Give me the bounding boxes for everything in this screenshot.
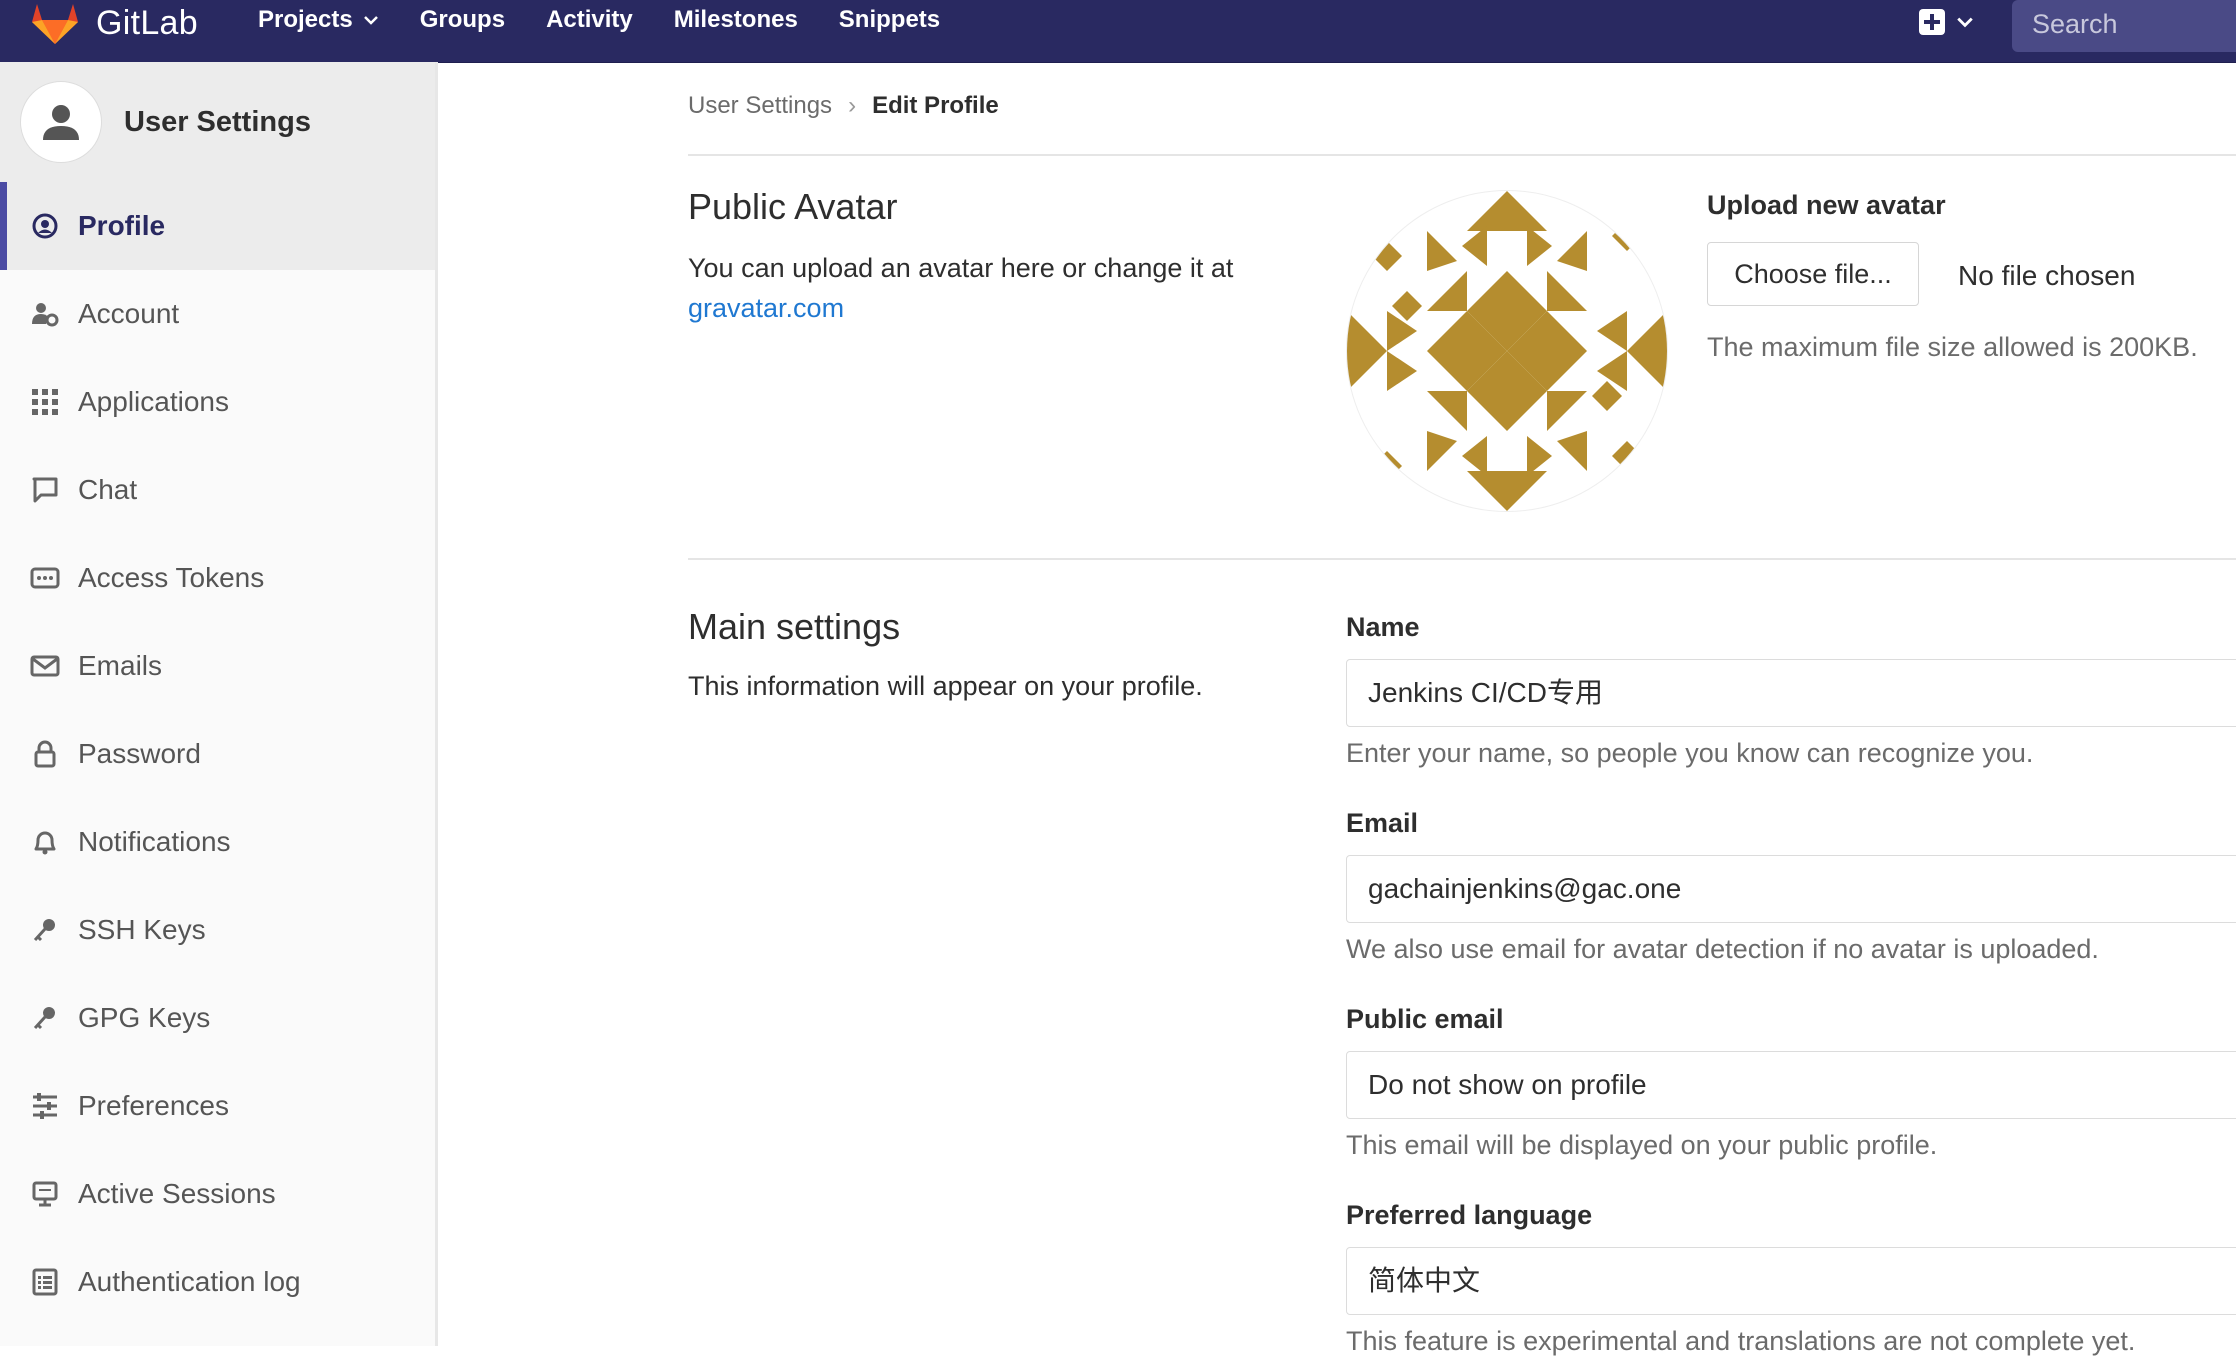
nav-snippets-label: Snippets — [838, 6, 941, 33]
sidebar-item-label: Preferences — [78, 1090, 229, 1121]
nav-projects-label: Projects — [258, 6, 353, 33]
sidebar-item-emails[interactable]: Emails — [0, 622, 435, 710]
sidebar-item-gpg-keys[interactable]: GPG Keys — [0, 974, 435, 1062]
preferred-language-label: Preferred language — [1346, 1200, 1593, 1230]
top-navbar: GitLab Projects Groups Activity Mileston… — [0, 0, 2236, 63]
user-avatar — [20, 81, 102, 163]
upload-avatar-label: Upload new avatar — [1707, 190, 1946, 220]
bell-icon — [30, 827, 60, 857]
identicon-image — [1347, 191, 1667, 511]
nav-snippets[interactable]: Snippets — [839, 6, 940, 34]
sidebar-item-ssh-keys[interactable]: SSH Keys — [0, 886, 435, 974]
sidebar-item-label: Emails — [78, 650, 163, 681]
preferred-language-select[interactable]: 简体中文 — [1346, 1247, 2236, 1315]
divider — [688, 558, 2236, 560]
name-field[interactable]: Jenkins CI/CD专用 — [1346, 659, 2236, 727]
no-file-chosen-text: No file chosen — [1958, 260, 2136, 291]
email-label: Email — [1346, 808, 1419, 838]
key-icon — [30, 915, 60, 945]
sidebar-item-label: Notifications — [78, 826, 231, 857]
max-file-size-help: The maximum file size allowed is 200KB. — [1707, 332, 2198, 362]
breadcrumb-user-settings[interactable]: User Settings — [688, 92, 832, 120]
identicon-avatar — [1346, 190, 1668, 512]
breadcrumb-chevron-icon: › — [848, 92, 857, 119]
preferred-language-help: This feature is experimental and transla… — [1346, 1326, 2136, 1356]
sidebar-item-label: Access Tokens — [78, 562, 265, 593]
sidebar-item-profile[interactable]: Profile — [0, 182, 435, 270]
account-icon — [30, 299, 60, 329]
public-avatar-title: Public Avatar — [688, 186, 898, 227]
sidebar-item-active-sessions[interactable]: Active Sessions — [0, 1150, 435, 1238]
breadcrumb-edit-profile[interactable]: Edit Profile — [872, 92, 999, 120]
chat-icon — [30, 475, 60, 505]
lock-icon — [30, 739, 60, 769]
public-email-help: This email will be displayed on your pub… — [1346, 1130, 1938, 1160]
log-icon — [30, 1267, 60, 1297]
sidebar-item-authentication-log[interactable]: Authentication log — [0, 1238, 435, 1326]
sidebar-item-label: GPG Keys — [78, 1002, 211, 1033]
public-avatar-description: You can upload an avatar here or change … — [688, 248, 1308, 328]
sidebar-item-label: Profile — [78, 210, 166, 241]
main-nav: Projects Groups Activity Milestones Snip… — [258, 6, 981, 34]
preferences-icon — [30, 1091, 60, 1121]
sidebar-item-applications[interactable]: Applications — [0, 358, 435, 446]
nav-milestones[interactable]: Milestones — [674, 6, 798, 34]
sidebar-item-access-tokens[interactable]: Access Tokens — [0, 534, 435, 622]
nav-activity[interactable]: Activity — [546, 6, 633, 34]
plus-square-icon — [1919, 9, 1945, 35]
chevron-down-icon — [363, 16, 378, 25]
sidebar-item-chat[interactable]: Chat — [0, 446, 435, 534]
sidebar-item-label: Account — [78, 298, 180, 329]
chevron-down-icon — [1957, 17, 1973, 28]
gravatar-link[interactable]: gravatar.com — [688, 293, 844, 323]
sidebar-item-label: Password — [78, 738, 201, 769]
sidebar-item-label: Applications — [78, 386, 229, 417]
sidebar-item-label: SSH Keys — [78, 914, 206, 945]
nav-groups[interactable]: Groups — [420, 6, 505, 34]
sidebar-item-password[interactable]: Password — [0, 710, 435, 798]
sidebar-item-label: Active Sessions — [78, 1178, 276, 1209]
nav-activity-label: Activity — [546, 6, 633, 33]
breadcrumb: User Settings › Edit Profile — [688, 92, 999, 120]
tanuki-logo-icon — [32, 4, 78, 44]
nav-milestones-label: Milestones — [673, 6, 798, 33]
access-tokens-icon — [30, 563, 60, 593]
nav-projects[interactable]: Projects — [258, 6, 379, 34]
sidebar-item-notifications[interactable]: Notifications — [0, 798, 435, 886]
public-avatar-text: You can upload an avatar here or change … — [688, 253, 1234, 283]
sidebar-item-preferences[interactable]: Preferences — [0, 1062, 435, 1150]
settings-sidebar: User Settings Profile Account Applicatio… — [0, 62, 438, 1346]
search-input[interactable]: Search — [2012, 0, 2236, 52]
sidebar-header[interactable]: User Settings — [0, 62, 435, 182]
email-help: We also use email for avatar detection i… — [1346, 934, 2099, 964]
gitlab-logo[interactable]: GitLab — [30, 0, 198, 46]
name-label: Name — [1346, 612, 1420, 642]
sidebar-title: User Settings — [124, 105, 311, 138]
new-dropdown-button[interactable] — [1918, 8, 1974, 36]
public-email-label: Public email — [1346, 1004, 1504, 1034]
divider — [688, 154, 2236, 156]
monitor-icon — [30, 1179, 60, 1209]
public-email-select[interactable]: Do not show on profile — [1346, 1051, 2236, 1119]
email-field[interactable]: gachainjenkins@gac.one — [1346, 855, 2236, 923]
sidebar-item-label: Chat — [78, 474, 138, 505]
profile-icon — [30, 211, 60, 241]
user-icon — [43, 105, 79, 140]
main-settings-description: This information will appear on your pro… — [688, 671, 1203, 701]
nav-groups-label: Groups — [419, 6, 506, 33]
main-settings-title: Main settings — [688, 606, 901, 647]
choose-file-button[interactable]: Choose file... — [1707, 242, 1919, 306]
name-help: Enter your name, so people you know can … — [1346, 738, 2034, 768]
sidebar-item-account[interactable]: Account — [0, 270, 435, 358]
applications-icon — [30, 387, 60, 417]
sidebar-item-label: Authentication log — [78, 1266, 301, 1297]
key-icon — [30, 1003, 60, 1033]
emails-icon — [30, 651, 60, 681]
logo-text: GitLab — [96, 3, 198, 42]
